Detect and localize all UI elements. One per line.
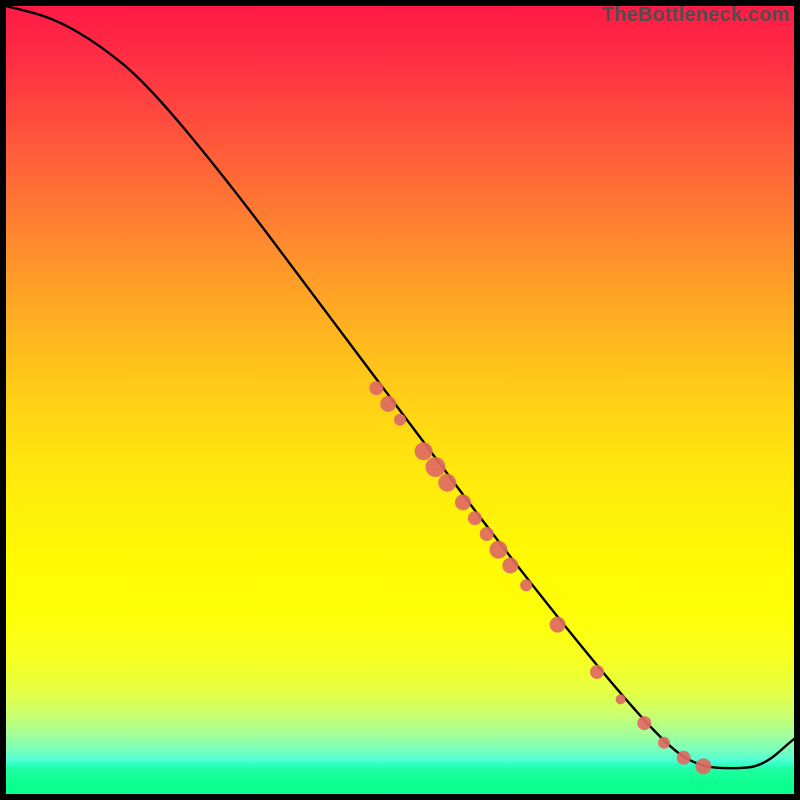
data-marker [658,737,670,749]
data-marker [490,541,508,559]
data-marker [502,558,518,574]
data-marker [380,396,396,412]
bottleneck-curve [6,6,794,768]
data-marker [637,716,651,730]
bottleneck-chart: TheBottleneck.com [0,0,800,800]
data-marker [426,457,446,477]
data-marker [455,494,471,510]
data-marker [550,617,566,633]
data-marker [415,442,433,460]
data-marker [677,751,691,765]
data-marker [695,758,711,774]
data-marker [590,665,604,679]
data-marker [468,511,482,525]
data-markers [369,381,711,774]
data-marker [369,381,383,395]
data-marker [480,527,494,541]
data-marker [438,474,456,492]
watermark-text: TheBottleneck.com [602,4,790,27]
plot-area [6,6,794,794]
data-marker [394,414,406,426]
chart-svg [6,6,794,794]
data-marker [520,579,532,591]
data-marker [616,694,626,704]
